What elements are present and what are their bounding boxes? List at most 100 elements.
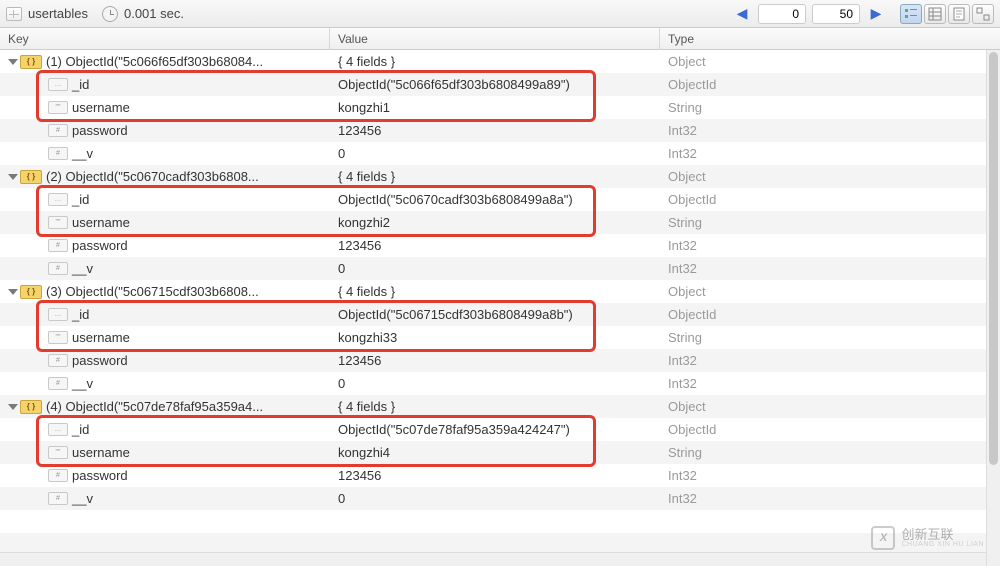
- row-type: ObjectId: [660, 192, 1000, 207]
- row-value: 123456: [330, 353, 660, 368]
- type-badge-icon: #: [48, 147, 68, 160]
- row-key: _id: [72, 422, 89, 437]
- page-size-input[interactable]: [812, 4, 860, 24]
- table-icon: [6, 7, 22, 21]
- disclosure-triangle-icon[interactable]: [8, 404, 18, 410]
- row-value: 123456: [330, 123, 660, 138]
- disclosure-triangle-icon[interactable]: [8, 289, 18, 295]
- column-header-value[interactable]: Value: [330, 28, 660, 50]
- tree-parent-row[interactable]: { }(3) ObjectId("5c06715cdf303b6808...{ …: [0, 280, 1000, 303]
- page-prev-button[interactable]: ◀: [732, 4, 752, 24]
- page-start-input[interactable]: [758, 4, 806, 24]
- tree-field-row[interactable]: ""usernamekongzhi33String: [0, 326, 1000, 349]
- tree-field-row[interactable]: #password123456Int32: [0, 464, 1000, 487]
- column-header-type[interactable]: Type: [660, 28, 1000, 50]
- tree-field-row[interactable]: #__v0Int32: [0, 142, 1000, 165]
- type-badge-icon: …: [48, 308, 68, 321]
- row-value: { 4 fields }: [330, 399, 660, 414]
- tree-parent-row[interactable]: { }(4) ObjectId("5c07de78faf95a359a4...{…: [0, 395, 1000, 418]
- row-type: Object: [660, 284, 1000, 299]
- tree-field-row[interactable]: … _id ObjectId("5c07de78faf95a359a424247")…: [0, 418, 1000, 441]
- row-value: kongzhi4: [330, 445, 660, 460]
- row-key: (4) ObjectId("5c07de78faf95a359a4...: [46, 399, 263, 414]
- row-key: __v: [72, 261, 93, 276]
- type-badge-icon: …: [48, 193, 68, 206]
- row-value: { 4 fields }: [330, 169, 660, 184]
- row-value: 123456: [330, 238, 660, 253]
- type-badge-icon: "": [48, 216, 68, 229]
- tree-parent-row[interactable]: { }(1) ObjectId("5c066f65df303b68084...{…: [0, 50, 1000, 73]
- disclosure-triangle-icon[interactable]: [8, 174, 18, 180]
- tree-field-row[interactable]: …_idObjectId("5c066f65df303b6808499a89")…: [0, 73, 1000, 96]
- tree-field-row[interactable]: #__v0Int32: [0, 372, 1000, 395]
- disclosure-triangle-icon[interactable]: [8, 59, 18, 65]
- text-view-button[interactable]: [948, 4, 970, 24]
- object-badge-icon: { }: [20, 285, 42, 299]
- row-type: Object: [660, 399, 1000, 414]
- row-type: Int32: [660, 123, 1000, 138]
- watermark: X 创新互联 CHUANG XIN HU LIAN: [871, 526, 984, 550]
- row-value: 0: [330, 261, 660, 276]
- tree-field-row[interactable]: #__v0Int32: [0, 257, 1000, 280]
- tree-field-row[interactable]: …_idObjectId("5c0670cadf303b6808499a8a")…: [0, 188, 1000, 211]
- type-badge-icon: #: [48, 262, 68, 275]
- type-badge-icon: "": [48, 446, 68, 459]
- row-key: password: [72, 468, 128, 483]
- row-type: Object: [660, 54, 1000, 69]
- type-badge-icon: "": [48, 331, 68, 344]
- row-key: username: [72, 330, 130, 345]
- row-key: (2) ObjectId("5c0670cadf303b6808...: [46, 169, 259, 184]
- row-value: 0: [330, 491, 660, 506]
- row-type: Int32: [660, 491, 1000, 506]
- row-key: _id: [72, 192, 89, 207]
- row-type: Int32: [660, 468, 1000, 483]
- tree-field-row[interactable]: #__v0Int32: [0, 487, 1000, 510]
- tree-parent-row[interactable]: { } (2) ObjectId("5c0670cadf303b6808... { …: [0, 165, 1000, 188]
- expand-view-button[interactable]: [972, 4, 994, 24]
- tree-field-row[interactable]: # password 123456Int32: [0, 119, 1000, 142]
- row-type: Object: [660, 169, 1000, 184]
- row-type: Int32: [660, 353, 1000, 368]
- watermark-brand: 创新互联: [901, 528, 984, 541]
- clock-icon: [102, 6, 118, 22]
- tree-field-row[interactable]: ""usernamekongzhi2String: [0, 211, 1000, 234]
- row-key: password: [72, 353, 128, 368]
- row-type: ObjectId: [660, 77, 1000, 92]
- toolbar: usertables 0.001 sec. ◀ ▶: [0, 0, 1000, 28]
- tree-field-row[interactable]: #password123456Int32: [0, 349, 1000, 372]
- horizontal-scrollbar[interactable]: [0, 552, 986, 566]
- tree-field-row[interactable]: …_idObjectId("5c06715cdf303b6808499a8b")…: [0, 303, 1000, 326]
- type-badge-icon: …: [48, 423, 68, 436]
- tree-area: { } (1) ObjectId("5c066f65df303b68084... {…: [0, 50, 1000, 566]
- page-next-button[interactable]: ▶: [866, 4, 886, 24]
- vertical-scrollbar[interactable]: [986, 50, 1000, 566]
- tree-field-row[interactable]: ""usernamekongzhi1String: [0, 96, 1000, 119]
- type-badge-icon: #: [48, 239, 68, 252]
- row-key: username: [72, 215, 130, 230]
- query-duration: 0.001 sec.: [124, 6, 184, 21]
- row-type: Int32: [660, 376, 1000, 391]
- tree-view-button[interactable]: [900, 4, 922, 24]
- type-badge-icon: #: [48, 377, 68, 390]
- type-badge-icon: #: [48, 124, 68, 137]
- row-key: (1) ObjectId("5c066f65df303b68084...: [46, 54, 263, 69]
- row-type: ObjectId: [660, 422, 1000, 437]
- row-key: username: [72, 100, 130, 115]
- type-badge-icon: …: [48, 78, 68, 91]
- row-key: _id: [72, 307, 89, 322]
- row-value: kongzhi33: [330, 330, 660, 345]
- row-value: 0: [330, 146, 660, 161]
- type-badge-icon: #: [48, 492, 68, 505]
- tree-field-row[interactable]: ""usernamekongzhi4String: [0, 441, 1000, 464]
- watermark-sub: CHUANG XIN HU LIAN: [901, 541, 984, 548]
- row-key: password: [72, 123, 128, 138]
- object-badge-icon: { }: [20, 170, 42, 184]
- tree-field-row[interactable]: #password123456Int32: [0, 234, 1000, 257]
- row-type: String: [660, 445, 1000, 460]
- row-type: Int32: [660, 146, 1000, 161]
- row-value: ObjectId("5c07de78faf95a359a424247"): [330, 422, 660, 437]
- row-key: __v: [72, 376, 93, 391]
- column-header-key[interactable]: Key: [0, 28, 330, 50]
- row-type: ObjectId: [660, 307, 1000, 322]
- table-view-button[interactable]: [924, 4, 946, 24]
